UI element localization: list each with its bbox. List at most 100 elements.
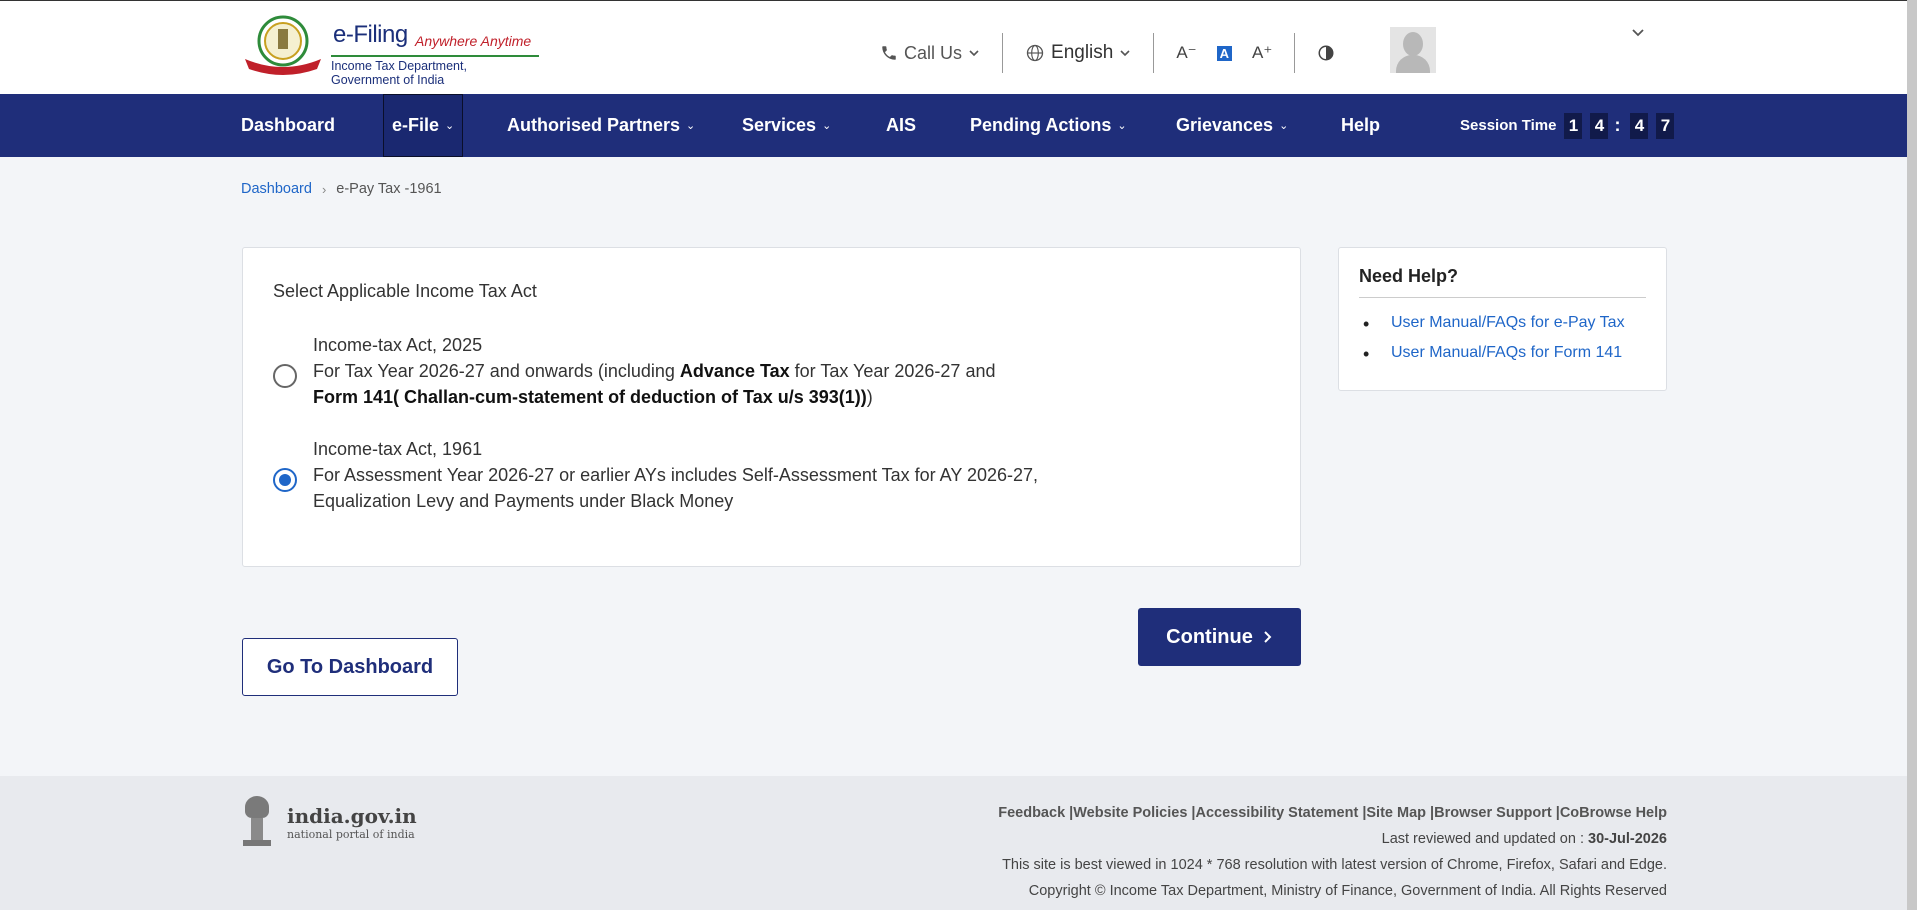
continue-button[interactable]: Continue	[1138, 608, 1301, 666]
copyright: Copyright © Income Tax Department, Minis…	[1028, 883, 1667, 899]
help-link-epay-tax[interactable]: User Manual/FAQs for e-Pay Tax	[1363, 314, 1625, 335]
footer: india.gov.in national portal of india Fe…	[0, 776, 1907, 910]
call-us-label: Call Us	[904, 42, 963, 63]
nav-authorised-partners[interactable]: Authorised Partners ⌄	[507, 94, 695, 157]
act-selection-card: Select Applicable Income Tax Act Income-…	[242, 247, 1301, 567]
divider	[1002, 33, 1004, 73]
nav-ais[interactable]: AIS	[886, 94, 916, 157]
divider	[1153, 33, 1155, 73]
income-tax-emblem-icon	[245, 15, 321, 75]
phone-icon	[882, 46, 896, 60]
chevron-down-icon: ⌄	[1279, 120, 1289, 132]
best-viewed-note: This site is best viewed in 1024 * 768 r…	[1002, 857, 1667, 873]
last-reviewed-label: Last reviewed and updated on :	[1381, 831, 1588, 847]
nav-label: Dashboard	[241, 115, 336, 135]
option-text-part: )	[866, 387, 873, 407]
nav-pending-actions[interactable]: Pending Actions ⌄	[970, 94, 1127, 157]
chevron-down-icon: ⌄	[445, 120, 455, 132]
top-header: e-Filing Anywhere Anytime Income Tax Dep…	[0, 0, 1907, 94]
ashoka-emblem-icon	[241, 796, 273, 848]
help-link-form-141[interactable]: User Manual/FAQs for Form 141	[1363, 344, 1625, 365]
nav-grievances[interactable]: Grievances ⌄	[1176, 94, 1288, 157]
brand-name: e-Filing	[333, 21, 408, 48]
india-gov-text: india.gov.in national portal of india	[287, 804, 417, 841]
option-text: Income-tax Act, 1961 For Assessment Year…	[313, 436, 1213, 514]
nav-label: Services	[742, 115, 817, 135]
last-reviewed-date: 30-Jul-2026	[1588, 831, 1667, 847]
footer-info: Feedback |Website Policies |Accessibilit…	[998, 800, 1667, 904]
contrast-icon[interactable]	[1317, 44, 1335, 62]
breadcrumb-dashboard[interactable]: Dashboard	[241, 181, 312, 197]
footer-link-cobrowse-help[interactable]: CoBrowse Help	[1560, 805, 1667, 821]
go-to-dashboard-button[interactable]: Go To Dashboard	[242, 638, 458, 696]
main-nav: Dashboard e-File ⌄ Authorised Partners ⌄ S…	[0, 94, 1907, 157]
option-text: Income-tax Act, 2025 For Tax Year 2026-2…	[313, 332, 1213, 410]
breadcrumb-separator-icon: ›	[321, 181, 327, 197]
session-digit: 4	[1590, 112, 1609, 139]
brand-tagline: Anywhere Anytime	[415, 33, 532, 49]
option-heading: Income-tax Act, 1961	[313, 439, 483, 459]
option-line2: Form 141( Challan-cum-statement of deduc…	[313, 384, 1213, 410]
nav-label: Help	[1341, 115, 1381, 135]
chevron-down-icon: ⌄	[822, 120, 832, 132]
portal-name: india.gov.in	[287, 803, 417, 828]
footer-link-accessibility[interactable]: Accessibility Statement	[1196, 805, 1359, 821]
session-colon: :	[1614, 115, 1621, 135]
nav-services[interactable]: Services ⌄	[742, 94, 831, 157]
last-reviewed: Last reviewed and updated on : 30-Jul-20…	[998, 826, 1667, 852]
option-text-bold: Advance Tax	[679, 361, 790, 381]
page-scrollbar[interactable]	[1907, 0, 1917, 910]
portal-subtitle: national portal of india	[287, 827, 415, 841]
profile-chevron-down-icon[interactable]	[1630, 27, 1646, 39]
chevron-down-icon	[1120, 50, 1130, 57]
option-text-bold: Form 141( Challan-cum-statement of deduc…	[313, 387, 867, 407]
radio-act-1961[interactable]	[273, 468, 297, 492]
language-dropdown[interactable]: English	[1025, 42, 1131, 64]
breadcrumb: Dashboard › e-Pay Tax -1961	[241, 181, 442, 197]
department-name: Income Tax Department, Government of Ind…	[331, 55, 539, 87]
session-label: Session Time	[1460, 117, 1557, 134]
need-help-panel: Need Help? User Manual/FAQs for e-Pay Ta…	[1338, 247, 1667, 391]
font-decrease-button[interactable]: A⁻	[1176, 43, 1196, 63]
session-digit: 4	[1630, 112, 1649, 139]
help-links: User Manual/FAQs for e-Pay Tax User Manu…	[1363, 314, 1625, 374]
session-digit: 7	[1656, 112, 1675, 139]
continue-label: Continue	[1166, 625, 1253, 648]
nav-label: Grievances	[1176, 115, 1274, 135]
radio-act-2025[interactable]	[273, 364, 297, 388]
india-gov-logo[interactable]: india.gov.in national portal of india	[241, 796, 417, 848]
nav-dashboard[interactable]: Dashboard	[241, 94, 335, 157]
footer-link-feedback[interactable]: Feedback	[998, 805, 1065, 821]
language-label: English	[1051, 42, 1114, 63]
globe-icon	[1026, 44, 1044, 62]
nav-label: Pending Actions	[970, 115, 1112, 135]
font-increase-button[interactable]: A⁺	[1252, 43, 1272, 63]
session-timer: Session Time 1 4 : 4 7	[1460, 94, 1675, 157]
header-tools: Call Us English A⁻ A A⁺	[880, 31, 1335, 75]
nav-label: e-File	[392, 115, 440, 135]
avatar-head	[1403, 32, 1423, 56]
avatar[interactable]	[1390, 27, 1436, 73]
option-heading: Income-tax Act, 2025	[313, 335, 483, 355]
card-title: Select Applicable Income Tax Act	[273, 281, 537, 301]
option-text-part: for Tax Year 2026-27 and	[789, 361, 996, 381]
chevron-down-icon	[969, 50, 979, 57]
footer-link-browser-support[interactable]: Browser Support	[1434, 805, 1552, 821]
chevron-right-icon	[1264, 631, 1272, 643]
nav-label: Authorised Partners	[507, 115, 681, 135]
nav-label: AIS	[886, 115, 917, 135]
breadcrumb-current: e-Pay Tax -1961	[336, 181, 442, 197]
nav-help[interactable]: Help	[1341, 94, 1380, 157]
option-line2: Equalization Levy and Payments under Bla…	[313, 491, 734, 511]
footer-link-site-map[interactable]: Site Map	[1366, 805, 1426, 821]
footer-link-website-policies[interactable]: Website Policies	[1073, 805, 1187, 821]
chevron-down-icon: ⌄	[1117, 120, 1127, 132]
font-normal-button[interactable]: A	[1216, 45, 1233, 61]
divider	[1294, 33, 1296, 73]
chevron-down-icon: ⌄	[686, 120, 696, 132]
efiling-logo[interactable]: e-Filing Anywhere Anytime Income Tax Dep…	[241, 15, 541, 87]
call-us-dropdown[interactable]: Call Us	[880, 43, 980, 64]
session-digit: 1	[1564, 112, 1583, 139]
nav-efile[interactable]: e-File ⌄	[383, 94, 464, 157]
need-help-title: Need Help?	[1359, 266, 1646, 298]
